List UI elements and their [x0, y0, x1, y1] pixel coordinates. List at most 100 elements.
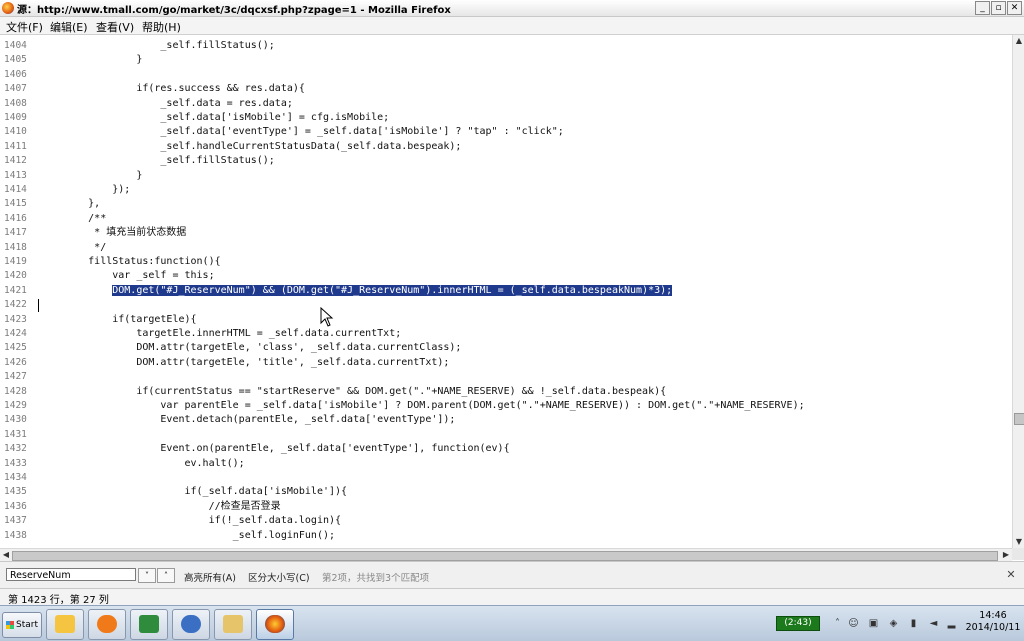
- taskbar-app-folder[interactable]: [46, 609, 84, 640]
- code-line: 1412 _self.fillStatus();: [0, 154, 1012, 168]
- line-number: 1409: [4, 112, 27, 123]
- menu-edit[interactable]: 编辑(E): [50, 19, 88, 35]
- window-title: 源：http://www.tmall.com/go/market/3c/dqcx…: [17, 5, 451, 16]
- code-line: 1418 */: [0, 241, 1012, 255]
- find-bar: ReserveNum ˅ ˄ 高亮所有(A) 区分大小写(C) 第2项，共找到3…: [0, 561, 1024, 588]
- line-number: 1426: [4, 356, 27, 368]
- selected-text: DOM.get("#J_ReserveNum") && (DOM.get("#J…: [112, 284, 673, 296]
- scroll-left-icon[interactable]: ◀: [0, 549, 12, 561]
- minimize-button[interactable]: _: [975, 1, 990, 15]
- line-number: 1417: [4, 227, 27, 239]
- line-number: 1414: [4, 184, 27, 195]
- code-line: 1415 },: [0, 197, 1012, 211]
- code-line: 1409 _self.data['isMobile'] = cfg.isMobi…: [0, 111, 1012, 125]
- line-number: 1429: [4, 400, 27, 411]
- tray-expand-icon[interactable]: ˄: [832, 618, 843, 629]
- code-text: var parentEle = _self.data['isMobile'] ?…: [40, 400, 805, 411]
- menu-help[interactable]: 帮助(H): [142, 19, 181, 35]
- line-number: 1408: [4, 97, 27, 109]
- close-button[interactable]: ✕: [1007, 1, 1022, 15]
- taskbar-app-update[interactable]: [88, 609, 126, 640]
- line-number: 1413: [4, 169, 27, 181]
- code-text: _self.fillStatus();: [40, 155, 275, 167]
- tray-battery-icon[interactable]: ▮: [908, 618, 919, 629]
- taskbar-app-sync[interactable]: [172, 609, 210, 640]
- line-number: 1423: [4, 313, 27, 325]
- code-text: DOM.attr(targetEle, 'title', _self.data.…: [40, 356, 450, 368]
- menu-file[interactable]: 文件(F): [6, 19, 43, 35]
- code-line: 1410 _self.data['eventType'] = _self.dat…: [0, 125, 1012, 139]
- code-line: 1406: [0, 68, 1012, 82]
- code-text: _self.fillStatus();: [40, 40, 275, 51]
- vertical-scrollbar[interactable]: ▲ ▼: [1012, 35, 1024, 548]
- code-line: 1438 _self.loginFun();: [0, 529, 1012, 543]
- code-text: Event.on(parentEle, _self.data['eventTyp…: [40, 443, 510, 455]
- taskbar-app-excel[interactable]: [130, 609, 168, 640]
- match-case-toggle[interactable]: 区分大小写(C): [248, 570, 310, 584]
- window-titlebar: 源：http://www.tmall.com/go/market/3c/dqcx…: [0, 0, 1024, 17]
- start-button[interactable]: Start: [2, 612, 42, 638]
- scroll-right-icon[interactable]: ▶: [1000, 549, 1012, 561]
- window-controls: _ ▫ ✕: [975, 1, 1022, 15]
- code-text: if(res.success && res.data){: [40, 83, 305, 95]
- code-line: 1425 DOM.attr(targetEle, 'class', _self.…: [0, 341, 1012, 355]
- code-line: 1437 if(!_self.data.login){: [0, 514, 1012, 528]
- tray-shield-icon[interactable]: ◈: [888, 618, 899, 629]
- line-number: 1424: [4, 328, 27, 339]
- horizontal-scrollbar[interactable]: ◀ ▶: [0, 548, 1012, 561]
- clock-time: 14:46: [979, 610, 1007, 621]
- find-status: 第2项，共找到3个匹配项: [322, 573, 430, 584]
- line-number: 1432: [4, 443, 27, 455]
- code-line: 1413 }: [0, 169, 1012, 183]
- code-line: 1414 });: [0, 183, 1012, 197]
- vertical-scroll-thumb[interactable]: [1014, 413, 1024, 425]
- line-number: 1407: [4, 83, 27, 95]
- code-text: },: [40, 198, 101, 210]
- volume-icon[interactable]: ◄: [928, 618, 939, 629]
- scroll-up-icon[interactable]: ▲: [1013, 35, 1024, 47]
- line-number: 1437: [4, 515, 27, 527]
- line-number: 1430: [4, 414, 27, 426]
- code-text: _self.loginFun();: [40, 529, 336, 541]
- code-text: /**: [40, 212, 107, 224]
- scroll-down-icon[interactable]: ▼: [1013, 536, 1024, 548]
- horizontal-scroll-thumb[interactable]: [12, 551, 998, 561]
- tray-app-icon[interactable]: ☺: [848, 618, 859, 629]
- line-number: 1405: [4, 54, 27, 66]
- battery-indicator[interactable]: (2:43): [776, 616, 820, 631]
- line-number: 1427: [4, 371, 27, 383]
- close-icon[interactable]: ✕: [1004, 568, 1018, 582]
- line-number: 1421: [4, 284, 27, 296]
- tray-network-icon[interactable]: ▣: [868, 618, 879, 629]
- code-text: if(targetEle){: [40, 313, 197, 325]
- highlight-all-toggle[interactable]: 高亮所有(A): [184, 570, 236, 584]
- find-input[interactable]: ReserveNum: [6, 568, 136, 581]
- menu-view[interactable]: 查看(V): [96, 19, 134, 35]
- code-text: fillStatus:function(){: [40, 256, 221, 267]
- tray-signal-icon[interactable]: ▂: [946, 618, 957, 629]
- taskbar-app-explorer[interactable]: [214, 609, 252, 640]
- find-previous-icon[interactable]: ˄: [157, 568, 175, 583]
- taskbar: Start (2:43) ˄ ☺ ▣ ◈ ▮ ◄ ▂ 14:46 2014/10…: [0, 605, 1024, 641]
- taskbar-clock[interactable]: 14:46 2014/10/11: [964, 610, 1022, 634]
- code-text: if(!_self.data.login){: [40, 515, 342, 527]
- code-line: 1421 DOM.get("#J_ReserveNum") && (DOM.ge…: [0, 284, 1012, 298]
- code-text: if(currentStatus == "startReserve" && DO…: [40, 385, 667, 397]
- code-line: 1424 targetEle.innerHTML = _self.data.cu…: [0, 327, 1012, 341]
- code-text: if(_self.data['isMobile']){: [40, 486, 348, 498]
- restore-button[interactable]: ▫: [991, 1, 1006, 15]
- line-number: 1435: [4, 486, 27, 498]
- line-number: 1415: [4, 198, 27, 210]
- code-line: 1404 _self.fillStatus();: [0, 39, 1012, 53]
- code-text: _self.data = res.data;: [40, 97, 293, 109]
- firefox-icon: [2, 2, 14, 14]
- source-view[interactable]: 1404 _self.fillStatus(); 1405 } 1406 1407 i…: [0, 35, 1012, 548]
- code-line: 1435 if(_self.data['isMobile']){: [0, 485, 1012, 499]
- code-text: var _self = this;: [40, 270, 215, 282]
- code-text: _self.data['eventType'] = _self.data['is…: [40, 126, 564, 138]
- code-text: Event.detach(parentEle, _self.data['even…: [40, 414, 456, 426]
- line-number: 1419: [4, 256, 27, 267]
- code-line: 1419 fillStatus:function(){: [0, 255, 1012, 269]
- taskbar-app-firefox[interactable]: [256, 609, 294, 640]
- find-next-icon[interactable]: ˅: [138, 568, 156, 583]
